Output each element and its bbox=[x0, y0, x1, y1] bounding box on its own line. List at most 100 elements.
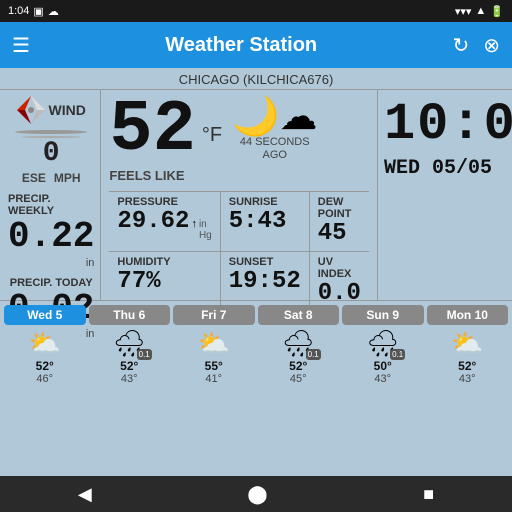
temperature-value: 52 bbox=[109, 94, 195, 166]
menu-button[interactable]: ☰ bbox=[12, 33, 30, 58]
forecast-temps-5: 52° 43° bbox=[458, 359, 476, 385]
precip-weekly-value: 0.22 bbox=[8, 217, 94, 257]
forecast-temps-1: 52° 43° bbox=[120, 359, 138, 385]
forecast-icon-5: ⛅ bbox=[451, 328, 483, 359]
forecast-icon-0: ⛅ bbox=[29, 328, 61, 359]
uvindex-value: 0.0 bbox=[318, 280, 361, 307]
wind-unit: MPH bbox=[54, 171, 81, 185]
precip-weekly-label: PRECIP. WEEKLY bbox=[8, 193, 94, 217]
precip-badge-1: 0.1 bbox=[137, 349, 152, 360]
pressure-label: PRESSURE bbox=[117, 196, 211, 208]
sunset-label: SUNSET bbox=[229, 256, 301, 268]
wind-compass: N S W E bbox=[15, 130, 87, 134]
status-time: 1:04 bbox=[8, 5, 29, 17]
status-bar: 1:04 ▣ ☁ ▾▾▾ ▲ 🔋 bbox=[0, 0, 512, 22]
top-bar-actions: ↻ ⊗ bbox=[452, 33, 500, 58]
sunset-value: 19:52 bbox=[229, 268, 301, 295]
forecast-icon-container-3: 🌧 0.1 bbox=[282, 328, 315, 359]
forecast-low-3: 45° bbox=[289, 373, 307, 385]
forecast-item-3: 🌧 0.1 52° 45° bbox=[258, 328, 340, 385]
precip-weekly-unit: in bbox=[86, 257, 95, 269]
forecast-day-2[interactable]: Fri 7 bbox=[173, 305, 255, 325]
pressure-value: 29.62 bbox=[117, 208, 189, 235]
precip-today-label: PRECIP. TODAY bbox=[10, 277, 93, 289]
app-title: Weather Station bbox=[165, 34, 317, 57]
forecast-high-2: 55° bbox=[205, 359, 223, 373]
forecast-items: ⛅ 52° 46° 🌧 0.1 52° 43° ⛅ 55° 41° bbox=[4, 328, 508, 385]
battery-icon: 🔋 bbox=[490, 5, 504, 18]
pressure-unit: in Hg bbox=[199, 219, 212, 241]
wind-panel: WIND N S W E 0 ESE MPH PRECIP. WEEKLY 0.… bbox=[0, 90, 100, 300]
uvindex-cell: UV INDEX 0.0 bbox=[310, 252, 369, 311]
forecast-high-1: 52° bbox=[120, 359, 138, 373]
wind-label-row: WIND bbox=[17, 96, 86, 124]
forecast-day-3[interactable]: Sat 8 bbox=[258, 305, 340, 325]
forecast-day-1[interactable]: Thu 6 bbox=[89, 305, 171, 325]
station-name: CHICAGO (KILCHICA676) bbox=[0, 68, 512, 90]
recent-button[interactable]: ■ bbox=[423, 484, 434, 505]
forecast-item-0: ⛅ 52° 46° bbox=[4, 328, 86, 385]
forecast-icon-container-4: 🌧 0.1 bbox=[366, 328, 399, 359]
forecast-high-5: 52° bbox=[458, 359, 476, 373]
forecast-low-1: 43° bbox=[120, 373, 138, 385]
forecast-high-0: 52° bbox=[36, 359, 54, 373]
sunrise-value: 5:43 bbox=[229, 208, 301, 235]
wind-label: WIND bbox=[49, 102, 86, 118]
signal-icon: ▲ bbox=[475, 5, 486, 17]
clock-date: WED 05/05 bbox=[384, 157, 512, 180]
dewpoint-value: 45 bbox=[318, 220, 361, 247]
humidity-cell: HUMIDITY 77% bbox=[109, 252, 220, 311]
temperature-unit: °F bbox=[202, 124, 222, 147]
forecast-low-0: 46° bbox=[36, 373, 54, 385]
pressure-row: 29.62 ↑ in Hg bbox=[117, 208, 211, 241]
forecast-low-5: 43° bbox=[458, 373, 476, 385]
humidity-value: 77% bbox=[117, 268, 211, 295]
status-left: 1:04 ▣ ☁ bbox=[8, 5, 59, 18]
wind-speed-value: 0 bbox=[43, 138, 60, 169]
bottom-nav: ◀ ⬤ ■ bbox=[0, 476, 512, 512]
forecast-high-4: 50° bbox=[374, 359, 392, 373]
ago-text: 44 SECONDS AGO bbox=[235, 136, 315, 162]
forecast-low-4: 43° bbox=[374, 373, 392, 385]
temperature-row: 52 °F 🌙☁ 44 SECONDS AGO bbox=[109, 94, 369, 166]
center-panel: 52 °F 🌙☁ 44 SECONDS AGO FEELS LIKE PRESS… bbox=[100, 90, 377, 300]
forecast-item-2: ⛅ 55° 41° bbox=[173, 328, 255, 385]
precip-badge-4: 0.1 bbox=[390, 349, 405, 360]
forecast-day-0[interactable]: Wed 5 bbox=[4, 305, 86, 325]
current-weather-icon: 🌙☁ bbox=[232, 98, 317, 136]
sunrise-cell: SUNRISE 5:43 bbox=[221, 192, 310, 252]
sunrise-label: SUNRISE bbox=[229, 196, 301, 208]
forecast-item-4: 🌧 0.1 50° 43° bbox=[342, 328, 424, 385]
forecast-item-5: ⛅ 52° 43° bbox=[427, 328, 509, 385]
feels-like-label: FEELS LIKE bbox=[109, 168, 369, 183]
forecast-temps-3: 52° 45° bbox=[289, 359, 307, 385]
forecast-day-4[interactable]: Sun 9 bbox=[342, 305, 424, 325]
settings-button[interactable]: ⊗ bbox=[483, 33, 500, 58]
humidity-label: HUMIDITY bbox=[117, 256, 211, 268]
dewpoint-label: DEW POINT bbox=[318, 196, 361, 220]
status-icon2: ☁ bbox=[48, 5, 59, 18]
forecast-temps-2: 55° 41° bbox=[205, 359, 223, 385]
forecast-icon-container-1: 🌧 0.1 bbox=[113, 328, 146, 359]
forecast-temps-0: 52° 46° bbox=[36, 359, 54, 385]
home-button[interactable]: ⬤ bbox=[247, 484, 267, 505]
wifi-icon: ▾▾▾ bbox=[455, 5, 472, 18]
forecast-item-1: 🌧 0.1 52° 43° bbox=[89, 328, 171, 385]
clock-time: 10:04 bbox=[384, 96, 512, 153]
clock-panel: 10:04 WED 05/05 bbox=[377, 90, 512, 300]
stats-grid: PRESSURE 29.62 ↑ in Hg SUNRISE 5:43 DEW … bbox=[109, 191, 369, 311]
wind-direction: ESE bbox=[22, 171, 46, 185]
top-bar: ☰ Weather Station ↻ ⊗ bbox=[0, 22, 512, 68]
wind-icon bbox=[17, 96, 45, 124]
wind-dir-speed: ESE MPH bbox=[22, 171, 81, 185]
forecast-section: Wed 5 Thu 6 Fri 7 Sat 8 Sun 9 Mon 10 ⛅ 5… bbox=[0, 300, 512, 387]
forecast-temps-4: 50° 43° bbox=[374, 359, 392, 385]
forecast-day-5[interactable]: Mon 10 bbox=[427, 305, 509, 325]
forecast-high-3: 52° bbox=[289, 359, 307, 373]
status-icon1: ▣ bbox=[33, 5, 43, 18]
forecast-low-2: 41° bbox=[205, 373, 223, 385]
spacer bbox=[109, 183, 369, 191]
back-button[interactable]: ◀ bbox=[78, 484, 92, 505]
top-section: WIND N S W E 0 ESE MPH PRECIP. WEEKLY 0.… bbox=[0, 90, 512, 300]
refresh-button[interactable]: ↻ bbox=[452, 33, 469, 58]
